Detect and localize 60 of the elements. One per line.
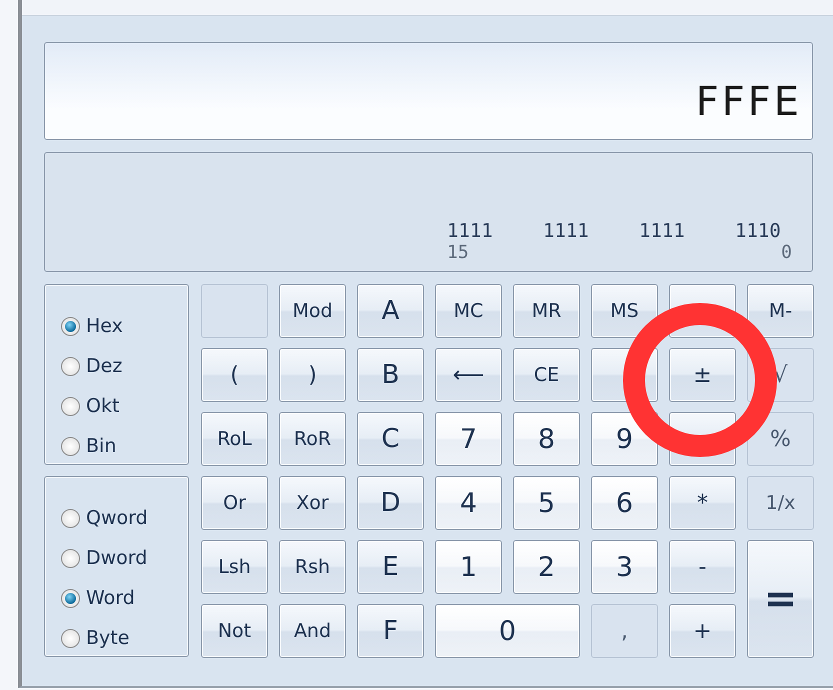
calculator-key[interactable]: RoL <box>201 412 268 466</box>
calculator-key[interactable]: 4 <box>435 476 502 530</box>
calculator-key[interactable]: ) <box>279 348 346 402</box>
calculator-key[interactable]: B <box>357 348 424 402</box>
calculator-key[interactable]: ⟵ <box>435 348 502 402</box>
bit-group: 1111 <box>639 220 696 242</box>
calculator-key[interactable]: C <box>357 412 424 466</box>
calculator-key[interactable]: 7 <box>435 412 502 466</box>
calculator-key[interactable]: E <box>357 540 424 594</box>
calculator-key[interactable]: 8 <box>513 412 580 466</box>
calculator-key[interactable]: 6 <box>591 476 658 530</box>
calculator-key[interactable]: MR <box>513 284 580 338</box>
calculator-key[interactable]: 0 <box>435 604 580 658</box>
radio-label[interactable]: Qword <box>86 507 148 529</box>
radio-label[interactable]: Byte <box>86 627 130 649</box>
calculator-key[interactable]: 1 <box>435 540 502 594</box>
calculator-key[interactable]: 3 <box>591 540 658 594</box>
calculator-key[interactable]: 5 <box>513 476 580 530</box>
calculator-key[interactable]: Lsh <box>201 540 268 594</box>
calculator-key[interactable]: Rsh <box>279 540 346 594</box>
calculator-key[interactable]: RoR <box>279 412 346 466</box>
radio-button[interactable] <box>61 316 80 336</box>
radio-label[interactable]: Okt <box>86 395 120 417</box>
calculator-key[interactable]: ( <box>201 348 268 402</box>
calculator-key[interactable]: MC <box>435 284 502 338</box>
calculator-key[interactable]: ± <box>669 348 736 402</box>
radio-button[interactable] <box>61 396 80 416</box>
calculator-key[interactable]: Not <box>201 604 268 658</box>
radio-label[interactable]: Hex <box>86 315 123 337</box>
bit-group: 1111 <box>447 220 504 242</box>
calculator-key[interactable]: And <box>279 604 346 658</box>
calculator-key[interactable]: = <box>747 540 814 658</box>
radio-button[interactable] <box>61 508 80 528</box>
radio-button[interactable] <box>61 628 80 648</box>
calculator-key[interactable]: M- <box>747 284 814 338</box>
calculator-key[interactable]: Or <box>201 476 268 530</box>
bit-index: 15 <box>447 242 469 263</box>
calculator-key[interactable]: MS <box>591 284 658 338</box>
calculator-key[interactable]: 2 <box>513 540 580 594</box>
calculator-key[interactable]: + <box>669 604 736 658</box>
calculator-key[interactable]: Xor <box>279 476 346 530</box>
radio-button[interactable] <box>61 548 80 568</box>
calculator-key[interactable]: CE <box>513 348 580 402</box>
radio-button[interactable] <box>61 436 80 456</box>
calculator-key[interactable]: - <box>669 540 736 594</box>
calculator-key[interactable]: Mod <box>279 284 346 338</box>
radio-button[interactable] <box>61 588 80 608</box>
radio-button[interactable] <box>61 356 80 376</box>
bit-group: 1110 <box>735 220 792 242</box>
bit-group: 1111 <box>543 220 600 242</box>
calculator-key[interactable]: F <box>357 604 424 658</box>
radio-label[interactable]: Bin <box>86 435 116 457</box>
radio-label[interactable]: Dword <box>86 547 148 569</box>
bit-index: 0 <box>781 242 792 263</box>
calculator-key[interactable]: * <box>669 476 736 530</box>
radio-label[interactable]: Dez <box>86 355 122 377</box>
radio-label[interactable]: Word <box>86 587 135 609</box>
calculator-key[interactable]: A <box>357 284 424 338</box>
display-value: FFFE <box>696 79 802 125</box>
calculator-key[interactable]: D <box>357 476 424 530</box>
